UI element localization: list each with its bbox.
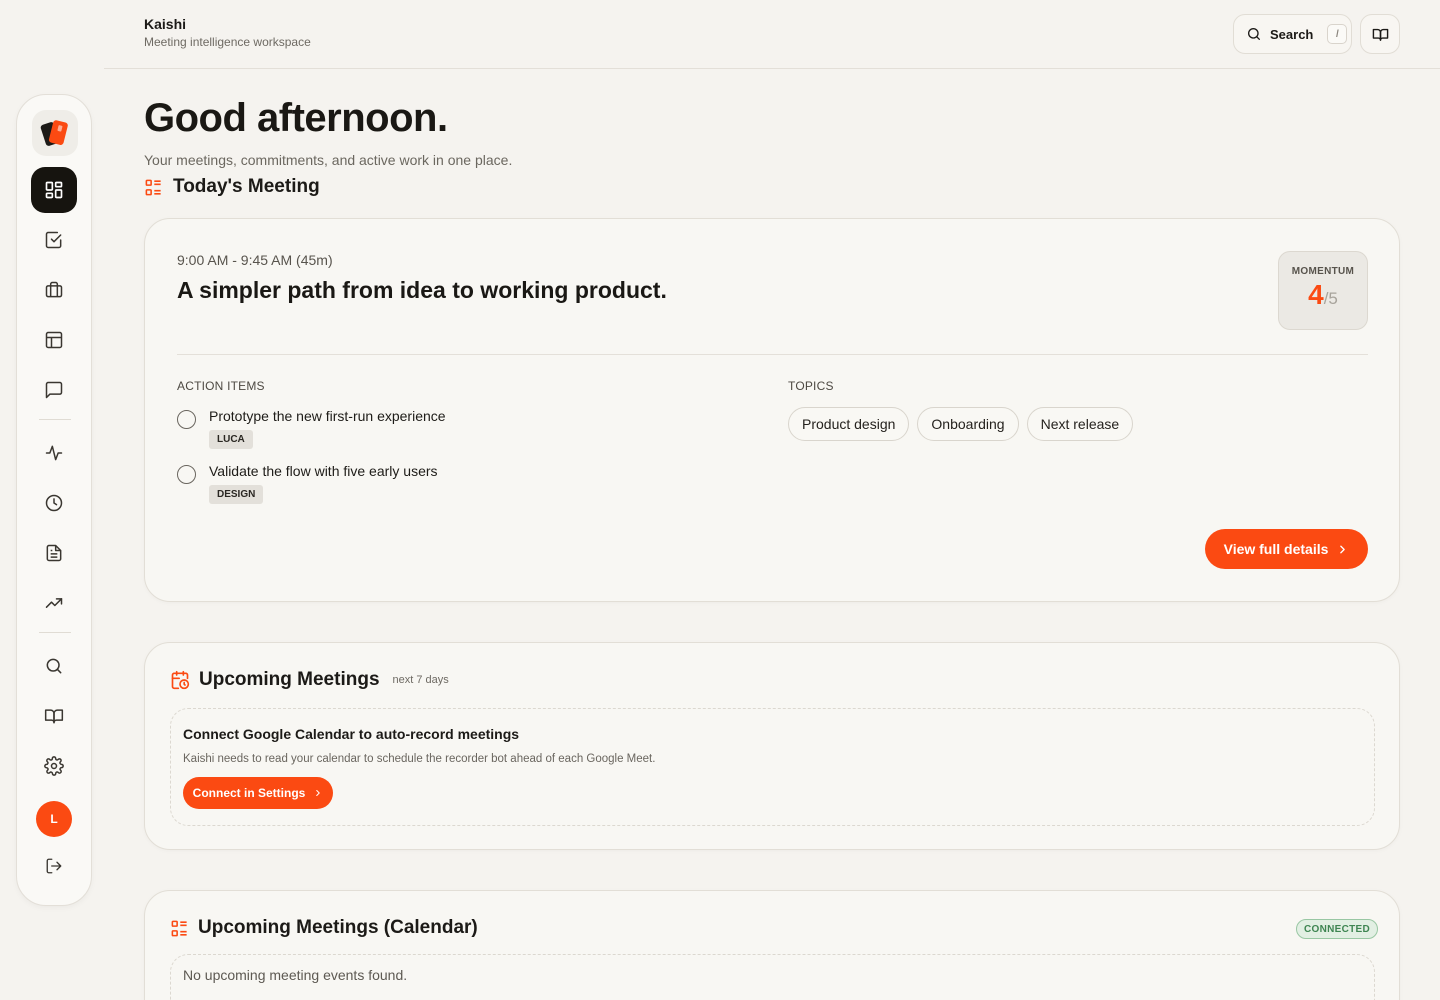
sidebar-item-settings[interactable] [31,743,77,789]
connect-calendar-title: Connect Google Calendar to auto-record m… [183,726,520,742]
brand-name: Kaishi [144,16,187,32]
search-shortcut-key: / [1327,24,1348,44]
layout-icon [45,331,63,349]
sidebar: L [16,94,92,906]
action-item-checkbox[interactable] [177,410,196,429]
book-icon [1372,28,1388,41]
sidebar-divider [39,419,71,420]
momentum-score-value: 4 [1308,279,1324,310]
momentum-max: /5 [1323,289,1338,308]
action-items-label: ACTION ITEMS [177,379,265,393]
card-divider [177,354,1368,355]
sidebar-item-boards[interactable] [31,317,77,363]
clock-icon [45,494,63,512]
calendar-meetings-card: Upcoming Meetings (Calendar) CONNECTED N… [144,890,1400,1000]
topic-chip[interactable]: Product design [788,407,910,441]
todays-meeting-card: 9:00 AM - 9:45 AM (45m) A simpler path f… [144,218,1400,602]
checkbox-icon [45,231,62,249]
momentum-value: 4/5 [1279,279,1367,311]
calendar-clock-icon [171,670,190,690]
action-item-text: Prototype the new first-run experience [209,408,446,424]
sidebar-item-documents[interactable] [31,530,77,576]
sidebar-item-dashboard[interactable] [31,167,77,213]
momentum-score: MOMENTUM 4/5 [1278,251,1368,330]
action-item-checkbox[interactable] [177,465,196,484]
brand-tagline: Meeting intelligence workspace [144,35,311,49]
document-icon [46,544,62,562]
topic-chip[interactable]: Onboarding [917,407,1019,441]
sidebar-item-activity[interactable] [31,430,77,476]
sidebar-item-library[interactable] [31,693,77,739]
topic-chip[interactable]: Next release [1026,407,1134,441]
sidebar-item-projects[interactable] [31,267,77,313]
upcoming-meetings-heading: Upcoming Meetings next 7 days [170,669,449,691]
connect-settings-label: Connect in Settings [192,786,306,800]
briefcase-icon [45,281,63,298]
status-badge: CONNECTED [1296,919,1379,939]
connect-calendar-prompt: Connect Google Calendar to auto-record m… [170,708,1375,826]
sidebar-item-insights[interactable] [31,580,77,626]
message-icon [45,381,63,399]
connect-calendar-description: Kaishi needs to read your calendar to sc… [183,753,656,765]
upcoming-meetings-title: Upcoming Meetings [199,669,380,690]
activity-icon [45,445,63,461]
meeting-title[interactable]: A simpler path from idea to working prod… [177,277,667,304]
list-icon [171,920,187,936]
top-bar: Kaishi Meeting intelligence workspace Se… [104,0,1440,69]
sidebar-item-messages[interactable] [31,367,77,413]
logo-icon [40,120,68,146]
assignee-tag: LUCA [209,430,253,449]
view-details-button[interactable]: View full details [1205,529,1368,569]
connect-settings-button[interactable]: Connect in Settings [183,777,333,809]
sidebar-item-history[interactable] [31,480,77,526]
upcoming-meetings-card: Upcoming Meetings next 7 days Connect Go… [144,642,1400,850]
meeting-time: 9:00 AM - 9:45 AM (45m) [177,252,333,268]
dashboard-icon [45,181,63,199]
docs-button[interactable] [1360,14,1400,54]
view-details-label: View full details [1223,541,1329,557]
search-button[interactable]: Search / [1233,14,1352,54]
topic-list: Product design Onboarding Next release [788,407,1134,441]
trending-icon [45,598,63,608]
calendar-meetings-heading: Upcoming Meetings (Calendar) [170,917,478,939]
gear-icon [44,756,64,776]
page-title: Good afternoon. [144,96,448,140]
empty-state-text: No upcoming meeting events found. [183,967,408,983]
action-item-text: Validate the flow with five early users [209,463,438,479]
sidebar-item-logout[interactable] [31,843,77,889]
chevron-right-icon [316,789,321,797]
list-icon [145,179,161,195]
sidebar-divider [39,632,71,633]
chevron-right-icon [1340,545,1346,553]
page-subtitle: Your meetings, commitments, and active w… [144,152,513,168]
book-icon [44,709,64,724]
calendar-empty-state: No upcoming meeting events found. [170,954,1375,1000]
search-icon [1248,28,1260,40]
avatar[interactable]: L [36,801,72,837]
calendar-meetings-title: Upcoming Meetings (Calendar) [198,917,478,938]
assignee-tag: DESIGN [209,485,264,504]
logout-icon [46,858,62,874]
upcoming-range-hint: next 7 days [392,674,449,686]
search-icon [46,658,62,674]
search-button-label: Search [1270,26,1314,42]
todays-meeting-heading: Today's Meeting [144,176,320,198]
sidebar-item-search[interactable] [31,643,77,689]
app-logo[interactable] [32,110,78,156]
topics-label: TOPICS [788,379,834,393]
sidebar-item-tasks[interactable] [31,217,77,263]
momentum-label: MOMENTUM [1291,266,1355,277]
section-title: Today's Meeting [173,176,320,197]
